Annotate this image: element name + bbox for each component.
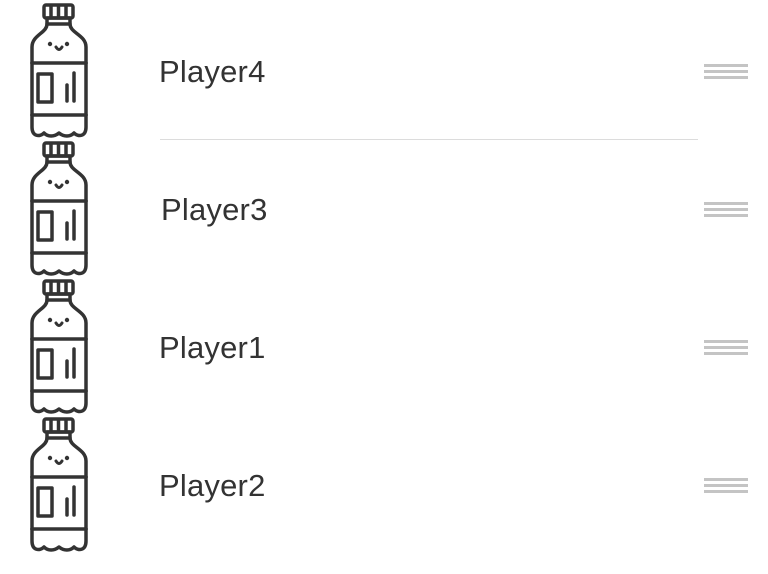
player-name: Player2 [159, 468, 266, 503]
player-name: Player1 [159, 330, 266, 365]
list-item[interactable]: Player1 [0, 279, 768, 417]
player-list: Player4 Player3 Player1 Player2 [0, 0, 768, 574]
player-name: Player3 [161, 192, 268, 227]
drag-handle-icon[interactable] [704, 64, 748, 80]
drag-handle-icon[interactable] [704, 478, 748, 494]
drag-handle-icon[interactable] [704, 202, 748, 218]
list-item[interactable]: Player2 [0, 417, 768, 555]
list-item[interactable]: Player4 [0, 3, 768, 141]
water-bottle-icon [26, 141, 92, 279]
player-name: Player4 [159, 54, 266, 89]
list-item[interactable]: Player3 [0, 141, 768, 279]
water-bottle-icon [26, 279, 92, 417]
water-bottle-icon [26, 417, 92, 555]
water-bottle-icon [26, 3, 92, 141]
drag-handle-icon[interactable] [704, 340, 748, 356]
row-divider [160, 139, 698, 140]
